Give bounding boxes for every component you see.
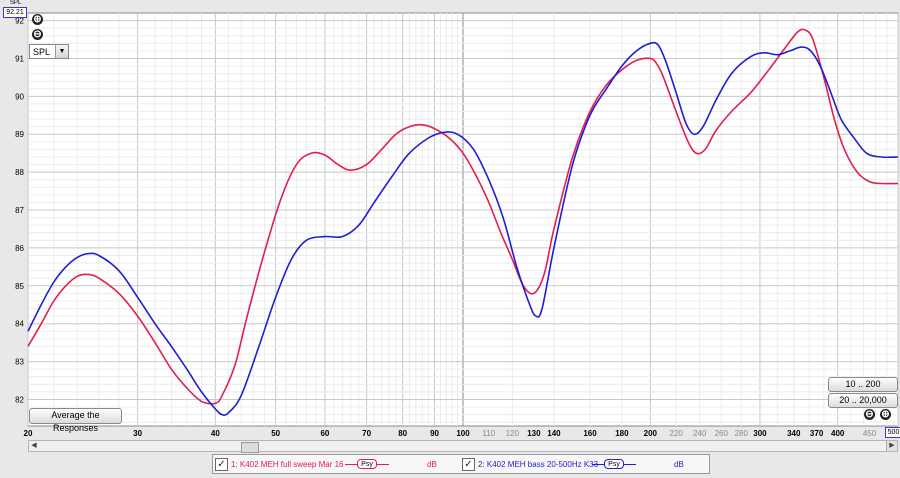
x-tick-label: 140	[547, 429, 561, 438]
frequency-response-chart[interactable]: 8283848586878889909192 20 30 40 50 60 70 80 90 1…	[0, 0, 900, 478]
x-tick-label: 280	[735, 429, 749, 438]
x-tick-label: 130	[527, 429, 541, 438]
legend-2-checkbox[interactable]: ✓	[462, 458, 475, 471]
legend: ✓ 1: K402 MEH full sweep Mar 16 Psy dB ✓…	[212, 454, 710, 474]
average-responses-button[interactable]: Average the Responses	[29, 408, 122, 433]
x-tick-label: 370	[810, 429, 824, 438]
x-tick-label: 260	[715, 429, 729, 438]
zoom-in-x-icon[interactable]: ⊕	[880, 409, 891, 420]
horizontal-scrollbar[interactable]: ◀ ▶	[28, 440, 898, 453]
range-10-200-button[interactable]: 10 .. 200	[828, 377, 898, 392]
zoom-in-icon[interactable]: ⊕	[32, 14, 43, 25]
y-tick-label: 86	[15, 244, 24, 253]
y-tick-label: 89	[15, 130, 24, 139]
scroll-left-icon[interactable]: ◀	[29, 441, 39, 451]
y-tick-label: 90	[15, 92, 24, 101]
legend-1-psy-badge[interactable]: Psy	[357, 459, 377, 469]
legend-entry-2: ✓ 2: K402 MEH bass 20-500Hz K33 Psy dB	[462, 457, 707, 472]
y-tick-labels: 8283848586878889909192	[15, 17, 24, 405]
legend-1-unit: dB	[427, 460, 437, 469]
legend-1-label: 1: K402 MEH full sweep Mar 16	[231, 460, 344, 469]
x-tick-labels: 20 30 40 50 60 70 80 90 100 110 120 130 140 160 180 200…	[24, 429, 877, 438]
x-tick-label: 160	[583, 429, 597, 438]
y-tick-label: 88	[15, 168, 24, 177]
y-axis-label: SPL	[10, 0, 22, 6]
y-tick-label: 84	[15, 320, 24, 329]
x-tick-label: 70	[362, 429, 371, 438]
x-tick-label: 120	[506, 429, 520, 438]
x-tick-label: 20	[24, 429, 33, 438]
zoom-out-icon[interactable]: ⊖	[32, 29, 43, 40]
x-tick-label: 60	[320, 429, 329, 438]
x-tick-label: 340	[787, 429, 801, 438]
y-tick-label: 87	[15, 206, 24, 215]
x-tick-label: 180	[615, 429, 629, 438]
legend-2-unit: dB	[674, 460, 684, 469]
y-top-value[interactable]: 92.21	[3, 7, 27, 18]
x-tick-label: 220	[669, 429, 683, 438]
x-tick-label: 100	[456, 429, 470, 438]
x-tick-label: 300	[753, 429, 767, 438]
legend-1-checkbox[interactable]: ✓	[215, 458, 228, 471]
x-end-value[interactable]: 500	[885, 427, 900, 438]
y-tick-label: 83	[15, 358, 24, 367]
legend-2-label: 2: K402 MEH bass 20-500Hz K33	[478, 460, 599, 469]
zoom-out-x-icon[interactable]: ⊖	[864, 409, 875, 420]
y-tick-label: 91	[15, 54, 24, 63]
x-tick-label: 50	[271, 429, 280, 438]
x-tick-label: 110	[482, 429, 495, 438]
x-tick-label: 30	[133, 429, 142, 438]
legend-2-psy-badge[interactable]: Psy	[604, 459, 624, 469]
x-tick-label: 400	[831, 429, 845, 438]
chevron-down-icon: ▼	[55, 45, 68, 58]
x-tick-label: 80	[398, 429, 407, 438]
range-20-20000-button[interactable]: 20 .. 20,000	[828, 393, 898, 408]
y-tick-label: 85	[15, 282, 24, 291]
scroll-right-icon[interactable]: ▶	[886, 441, 897, 451]
spl-select[interactable]: SPL ▼	[29, 44, 69, 59]
scroll-thumb[interactable]	[241, 442, 259, 453]
x-tick-label: 90	[430, 429, 439, 438]
x-tick-label: 200	[644, 429, 658, 438]
x-tick-label: 40	[211, 429, 220, 438]
x-tick-label: 240	[693, 429, 707, 438]
legend-entry-1: ✓ 1: K402 MEH full sweep Mar 16 Psy dB	[215, 457, 455, 472]
y-tick-label: 82	[15, 395, 24, 404]
x-tick-label: 450	[863, 429, 877, 438]
spl-select-value: SPL	[33, 47, 51, 57]
